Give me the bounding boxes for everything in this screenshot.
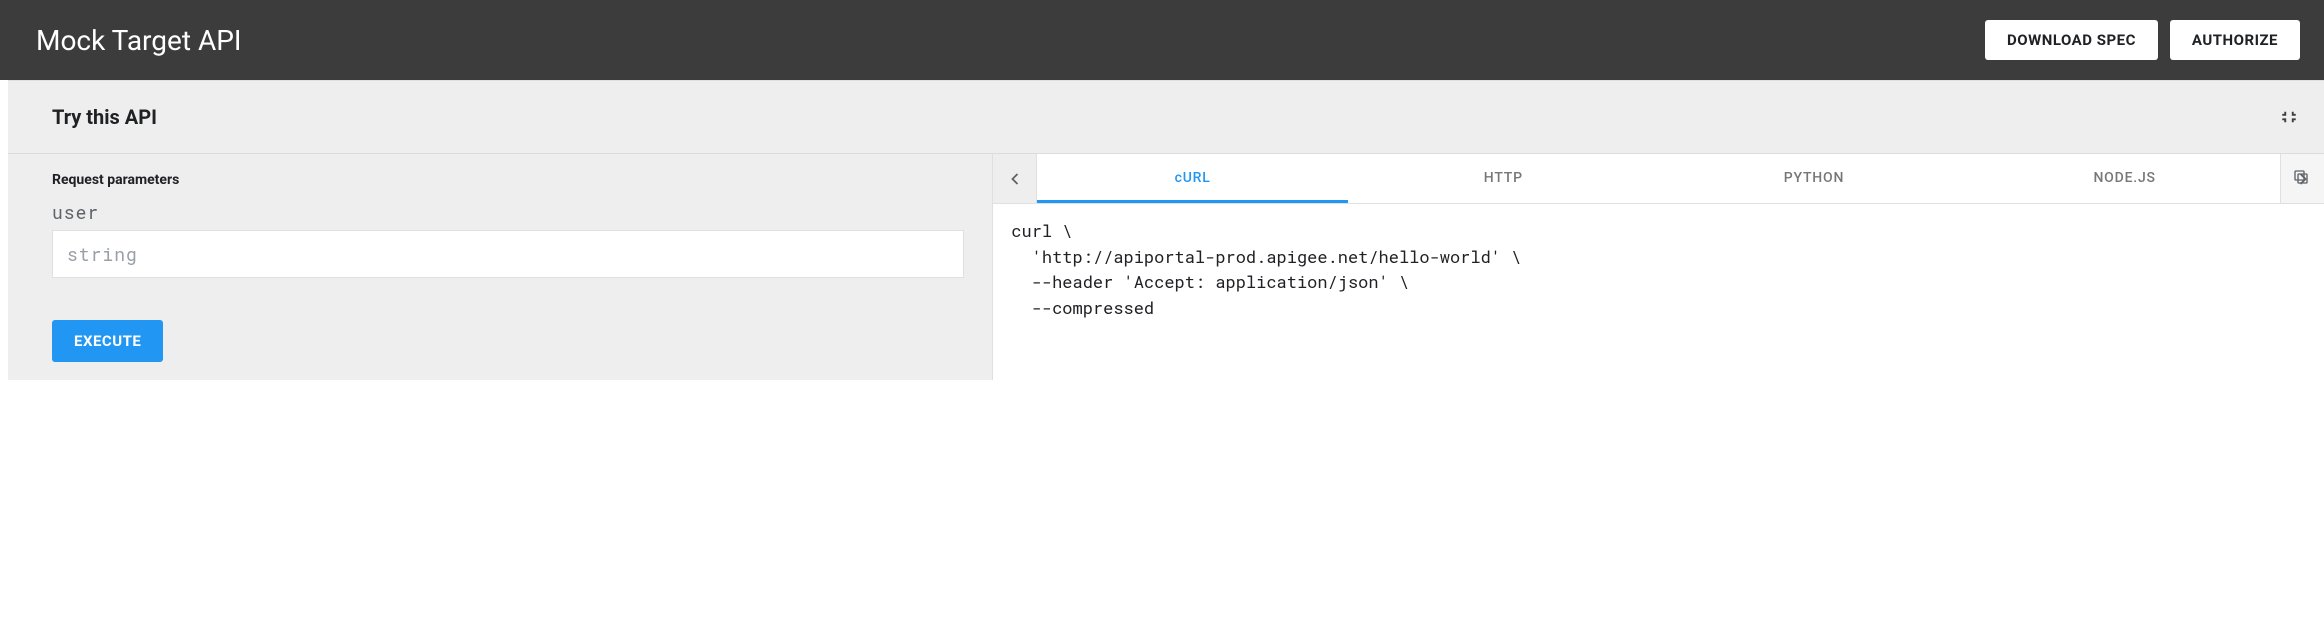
tab-python[interactable]: PYTHON [1659,154,1970,203]
tab-curl[interactable]: cURL [1037,154,1348,203]
app-header: Mock Target API DOWNLOAD SPEC AUTHORIZE [0,0,2324,80]
panel-header: Try this API [8,81,2324,154]
code-tabs-row: cURL HTTP PYTHON NODE.JS [993,154,2324,204]
request-parameters-section: Request parameters user EXECUTE [8,154,992,380]
header-actions: DOWNLOAD SPEC AUTHORIZE [1985,20,2300,60]
code-snippet: curl \ 'http://apiportal-prod.apigee.net… [993,204,2324,380]
app-title: Mock Target API [36,24,1985,57]
param-name-user: user [52,200,964,224]
param-input-user[interactable] [52,230,964,278]
execute-button[interactable]: EXECUTE [52,320,163,362]
copy-icon [2292,168,2310,186]
copy-code-button[interactable] [2292,168,2310,190]
panel-body: Request parameters user EXECUTE cURL [8,154,2324,380]
tabs-scroll-left-button[interactable] [993,154,1037,203]
code-tabs: cURL HTTP PYTHON NODE.JS [1037,154,2280,203]
panel-title: Try this API [52,105,2278,129]
chevron-left-icon [1005,169,1025,189]
tab-http[interactable]: HTTP [1348,154,1659,203]
download-spec-button[interactable]: DOWNLOAD SPEC [1985,20,2158,60]
collapse-icon[interactable] [2278,106,2300,128]
tab-nodejs[interactable]: NODE.JS [1969,154,2280,203]
code-sample-section: cURL HTTP PYTHON NODE.JS curl \ 'http://… [992,154,2324,380]
authorize-button[interactable]: AUTHORIZE [2170,20,2300,60]
try-api-panel: Try this API Request parameters user EXE… [8,80,2324,380]
request-parameters-label: Request parameters [52,172,964,188]
